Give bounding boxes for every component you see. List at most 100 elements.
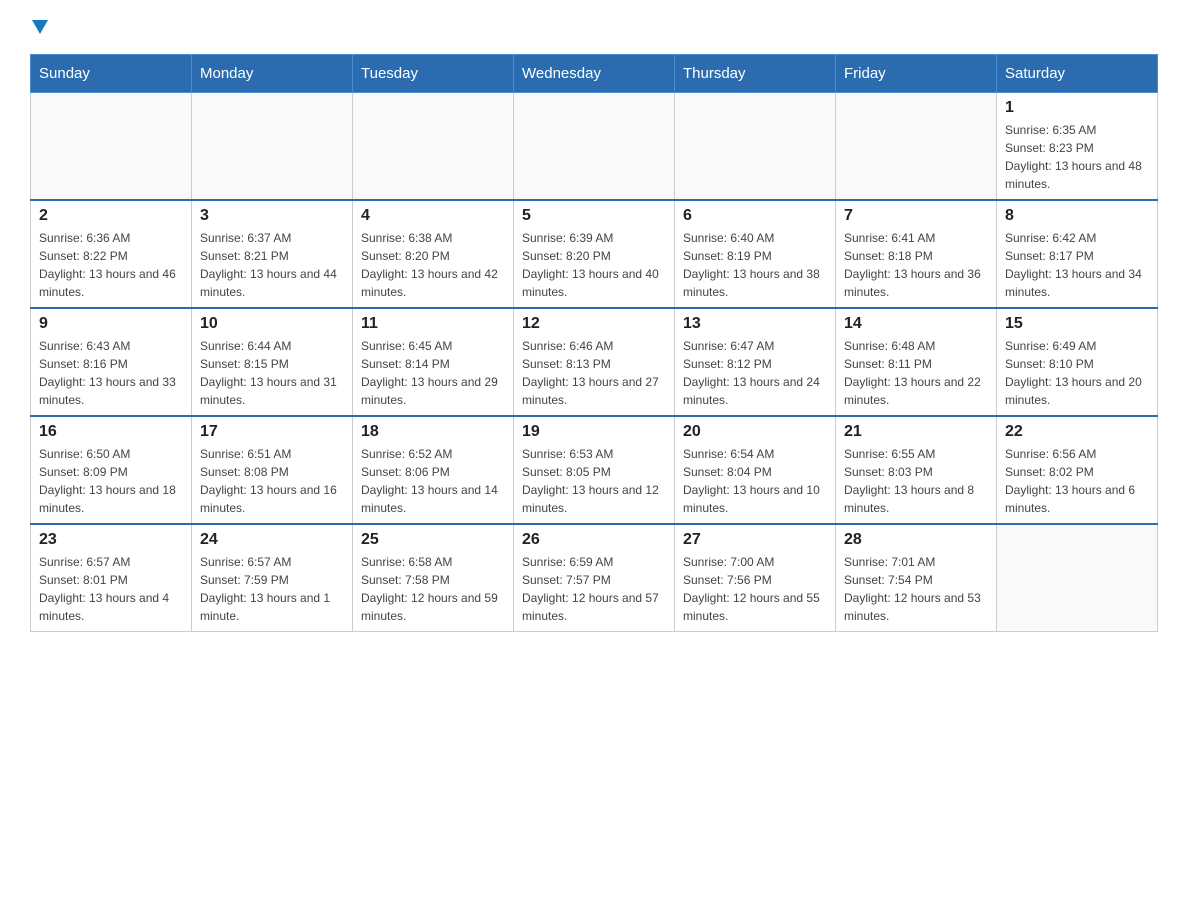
table-row — [192, 93, 353, 201]
day-info: Sunrise: 6:57 AM Sunset: 8:01 PM Dayligh… — [39, 553, 183, 625]
table-row: 2 Sunrise: 6:36 AM Sunset: 8:22 PM Daylig… — [31, 200, 192, 308]
day-number: 16 — [39, 423, 183, 441]
day-number: 22 — [1005, 423, 1149, 441]
table-row: 18Sunrise: 6:52 AM Sunset: 8:06 PM Dayli… — [353, 416, 514, 524]
day-number: 9 — [39, 315, 183, 333]
table-row: 16 Sunrise: 6:50 AM Sunset: 8:09 PM Dayli… — [31, 416, 192, 524]
day-info: Sunrise: 6:45 AM Sunset: 8:14 PM Dayligh… — [361, 337, 505, 409]
day-info: Sunrise: 6:47 AM Sunset: 8:12 PM Dayligh… — [683, 337, 827, 409]
day-info: Sunrise: 6:48 AM Sunset: 8:11 PM Dayligh… — [844, 337, 988, 409]
day-number: 23 — [39, 531, 183, 549]
day-info: Sunrise: 6:51 AM Sunset: 8:08 PM Dayligh… — [200, 445, 344, 517]
table-row: 8Sunrise: 6:42 AM Sunset: 8:17 PM Daylig… — [997, 200, 1158, 308]
day-number: 26 — [522, 531, 666, 549]
day-number: 1 — [1005, 99, 1149, 117]
calendar-table: Sunday Monday Tuesday Wednesday Thursday… — [30, 54, 1158, 632]
table-row: 13 Sunrise: 6:47 AM Sunset: 8:12 PM Dayli… — [675, 308, 836, 416]
day-info: Sunrise: 6:46 AM Sunset: 8:13 PM Dayligh… — [522, 337, 666, 409]
table-row: 17 Sunrise: 6:51 AM Sunset: 8:08 PM Dayli… — [192, 416, 353, 524]
day-number: 27 — [683, 531, 827, 549]
day-number: 25 — [361, 531, 505, 549]
page-header — [30, 20, 1158, 34]
day-number: 21 — [844, 423, 988, 441]
day-number: 20 — [683, 423, 827, 441]
day-info: Sunrise: 6:59 AM Sunset: 7:57 PM Dayligh… — [522, 553, 666, 625]
table-row: 19 Sunrise: 6:53 AM Sunset: 8:05 PM Dayli… — [514, 416, 675, 524]
table-row: 27 Sunrise: 7:00 AM Sunset: 7:56 PM Dayli… — [675, 524, 836, 632]
day-info: Sunrise: 6:35 AM Sunset: 8:23 PM Dayligh… — [1005, 121, 1149, 193]
day-info: Sunrise: 6:53 AM Sunset: 8:05 PM Dayligh… — [522, 445, 666, 517]
day-number: 13 — [683, 315, 827, 333]
table-row — [514, 93, 675, 201]
day-info: Sunrise: 6:37 AM Sunset: 8:21 PM Dayligh… — [200, 229, 344, 301]
calendar-week-row: 2 Sunrise: 6:36 AM Sunset: 8:22 PM Daylig… — [31, 200, 1158, 308]
col-sunday: Sunday — [31, 55, 192, 93]
table-row: 11 Sunrise: 6:45 AM Sunset: 8:14 PM Dayli… — [353, 308, 514, 416]
day-number: 15 — [1005, 315, 1149, 333]
table-row — [675, 93, 836, 201]
day-number: 17 — [200, 423, 344, 441]
table-row: 15 Sunrise: 6:49 AM Sunset: 8:10 PM Dayli… — [997, 308, 1158, 416]
table-row: 25 Sunrise: 6:58 AM Sunset: 7:58 PM Dayli… — [353, 524, 514, 632]
calendar-week-row: 9Sunrise: 6:43 AM Sunset: 8:16 PM Daylig… — [31, 308, 1158, 416]
day-info: Sunrise: 6:50 AM Sunset: 8:09 PM Dayligh… — [39, 445, 183, 517]
day-number: 11 — [361, 315, 505, 333]
day-number: 7 — [844, 207, 988, 225]
calendar-week-row: 23 Sunrise: 6:57 AM Sunset: 8:01 PM Dayli… — [31, 524, 1158, 632]
day-number: 8 — [1005, 207, 1149, 225]
table-row: 21 Sunrise: 6:55 AM Sunset: 8:03 PM Dayli… — [836, 416, 997, 524]
table-row: 26 Sunrise: 6:59 AM Sunset: 7:57 PM Dayli… — [514, 524, 675, 632]
day-info: Sunrise: 7:01 AM Sunset: 7:54 PM Dayligh… — [844, 553, 988, 625]
calendar-week-row: 1 Sunrise: 6:35 AM Sunset: 8:23 PM Daylig… — [31, 93, 1158, 201]
day-info: Sunrise: 6:55 AM Sunset: 8:03 PM Dayligh… — [844, 445, 988, 517]
table-row: 14 Sunrise: 6:48 AM Sunset: 8:11 PM Dayli… — [836, 308, 997, 416]
table-row — [836, 93, 997, 201]
day-number: 12 — [522, 315, 666, 333]
day-info: Sunrise: 6:40 AM Sunset: 8:19 PM Dayligh… — [683, 229, 827, 301]
col-friday: Friday — [836, 55, 997, 93]
col-wednesday: Wednesday — [514, 55, 675, 93]
table-row: 5 Sunrise: 6:39 AM Sunset: 8:20 PM Daylig… — [514, 200, 675, 308]
day-info: Sunrise: 6:38 AM Sunset: 8:20 PM Dayligh… — [361, 229, 505, 301]
day-info: Sunrise: 6:52 AM Sunset: 8:06 PM Dayligh… — [361, 445, 505, 517]
col-monday: Monday — [192, 55, 353, 93]
day-info: Sunrise: 6:49 AM Sunset: 8:10 PM Dayligh… — [1005, 337, 1149, 409]
day-info: Sunrise: 6:57 AM Sunset: 7:59 PM Dayligh… — [200, 553, 344, 625]
day-number: 3 — [200, 207, 344, 225]
calendar-header-row: Sunday Monday Tuesday Wednesday Thursday… — [31, 55, 1158, 93]
day-info: Sunrise: 6:54 AM Sunset: 8:04 PM Dayligh… — [683, 445, 827, 517]
logo — [30, 20, 48, 34]
day-number: 28 — [844, 531, 988, 549]
table-row: 12 Sunrise: 6:46 AM Sunset: 8:13 PM Dayli… — [514, 308, 675, 416]
table-row: 4Sunrise: 6:38 AM Sunset: 8:20 PM Daylig… — [353, 200, 514, 308]
day-number: 10 — [200, 315, 344, 333]
day-info: Sunrise: 6:39 AM Sunset: 8:20 PM Dayligh… — [522, 229, 666, 301]
table-row: 7 Sunrise: 6:41 AM Sunset: 8:18 PM Daylig… — [836, 200, 997, 308]
day-info: Sunrise: 7:00 AM Sunset: 7:56 PM Dayligh… — [683, 553, 827, 625]
table-row: 28 Sunrise: 7:01 AM Sunset: 7:54 PM Dayli… — [836, 524, 997, 632]
table-row: 10 Sunrise: 6:44 AM Sunset: 8:15 PM Dayli… — [192, 308, 353, 416]
day-number: 6 — [683, 207, 827, 225]
logo-triangle-icon — [32, 20, 48, 34]
table-row: 24Sunrise: 6:57 AM Sunset: 7:59 PM Dayli… — [192, 524, 353, 632]
calendar-week-row: 16 Sunrise: 6:50 AM Sunset: 8:09 PM Dayli… — [31, 416, 1158, 524]
table-row: 22 Sunrise: 6:56 AM Sunset: 8:02 PM Dayli… — [997, 416, 1158, 524]
table-row: 6 Sunrise: 6:40 AM Sunset: 8:19 PM Daylig… — [675, 200, 836, 308]
day-info: Sunrise: 6:44 AM Sunset: 8:15 PM Dayligh… — [200, 337, 344, 409]
day-info: Sunrise: 6:41 AM Sunset: 8:18 PM Dayligh… — [844, 229, 988, 301]
day-number: 14 — [844, 315, 988, 333]
day-info: Sunrise: 6:56 AM Sunset: 8:02 PM Dayligh… — [1005, 445, 1149, 517]
table-row: 23 Sunrise: 6:57 AM Sunset: 8:01 PM Dayli… — [31, 524, 192, 632]
day-number: 19 — [522, 423, 666, 441]
day-number: 2 — [39, 207, 183, 225]
col-saturday: Saturday — [997, 55, 1158, 93]
table-row — [997, 524, 1158, 632]
table-row — [353, 93, 514, 201]
table-row: 20 Sunrise: 6:54 AM Sunset: 8:04 PM Dayli… — [675, 416, 836, 524]
day-info: Sunrise: 6:58 AM Sunset: 7:58 PM Dayligh… — [361, 553, 505, 625]
table-row: 9Sunrise: 6:43 AM Sunset: 8:16 PM Daylig… — [31, 308, 192, 416]
day-info: Sunrise: 6:36 AM Sunset: 8:22 PM Dayligh… — [39, 229, 183, 301]
table-row — [31, 93, 192, 201]
table-row: 1 Sunrise: 6:35 AM Sunset: 8:23 PM Daylig… — [997, 93, 1158, 201]
day-number: 5 — [522, 207, 666, 225]
